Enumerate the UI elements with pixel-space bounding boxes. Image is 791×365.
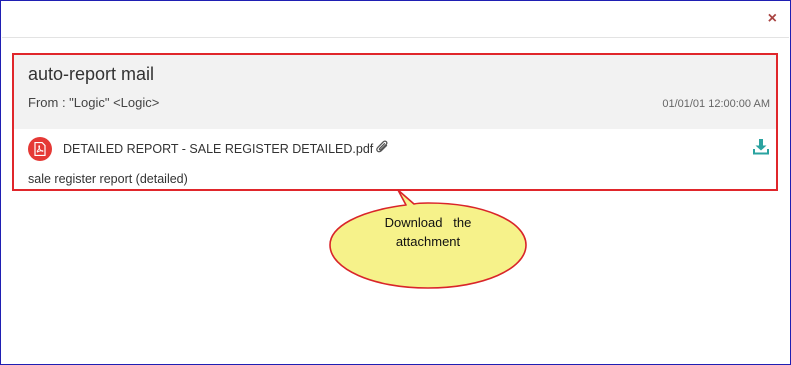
paperclip-icon (376, 139, 390, 159)
attachment-filename[interactable]: DETAILED REPORT - SALE REGISTER DETAILED… (63, 142, 373, 156)
callout-text: Download the attachment (328, 213, 528, 251)
attachment-row[interactable]: DETAILED REPORT - SALE REGISTER DETAILED… (28, 137, 390, 161)
dialog-top-bar: × (2, 2, 789, 38)
callout-line-1: Download the (384, 215, 472, 230)
download-icon[interactable] (752, 138, 770, 156)
pdf-icon (28, 137, 52, 161)
mail-from: From : "Logic" <Logic> (28, 95, 160, 110)
mail-subject: auto-report mail (28, 64, 155, 84)
mail-card: auto-report mail From : "Logic" <Logic> … (12, 53, 778, 191)
mail-header: auto-report mail From : "Logic" <Logic> … (14, 55, 776, 129)
callout-line-2: attachment (395, 234, 461, 249)
email-viewer-dialog: × auto-report mail From : "Logic" <Logic… (0, 0, 791, 365)
mail-date: 01/01/01 12:00:00 AM (662, 98, 770, 110)
close-icon[interactable]: × (768, 11, 777, 27)
mail-body: sale register report (detailed) (28, 172, 188, 186)
